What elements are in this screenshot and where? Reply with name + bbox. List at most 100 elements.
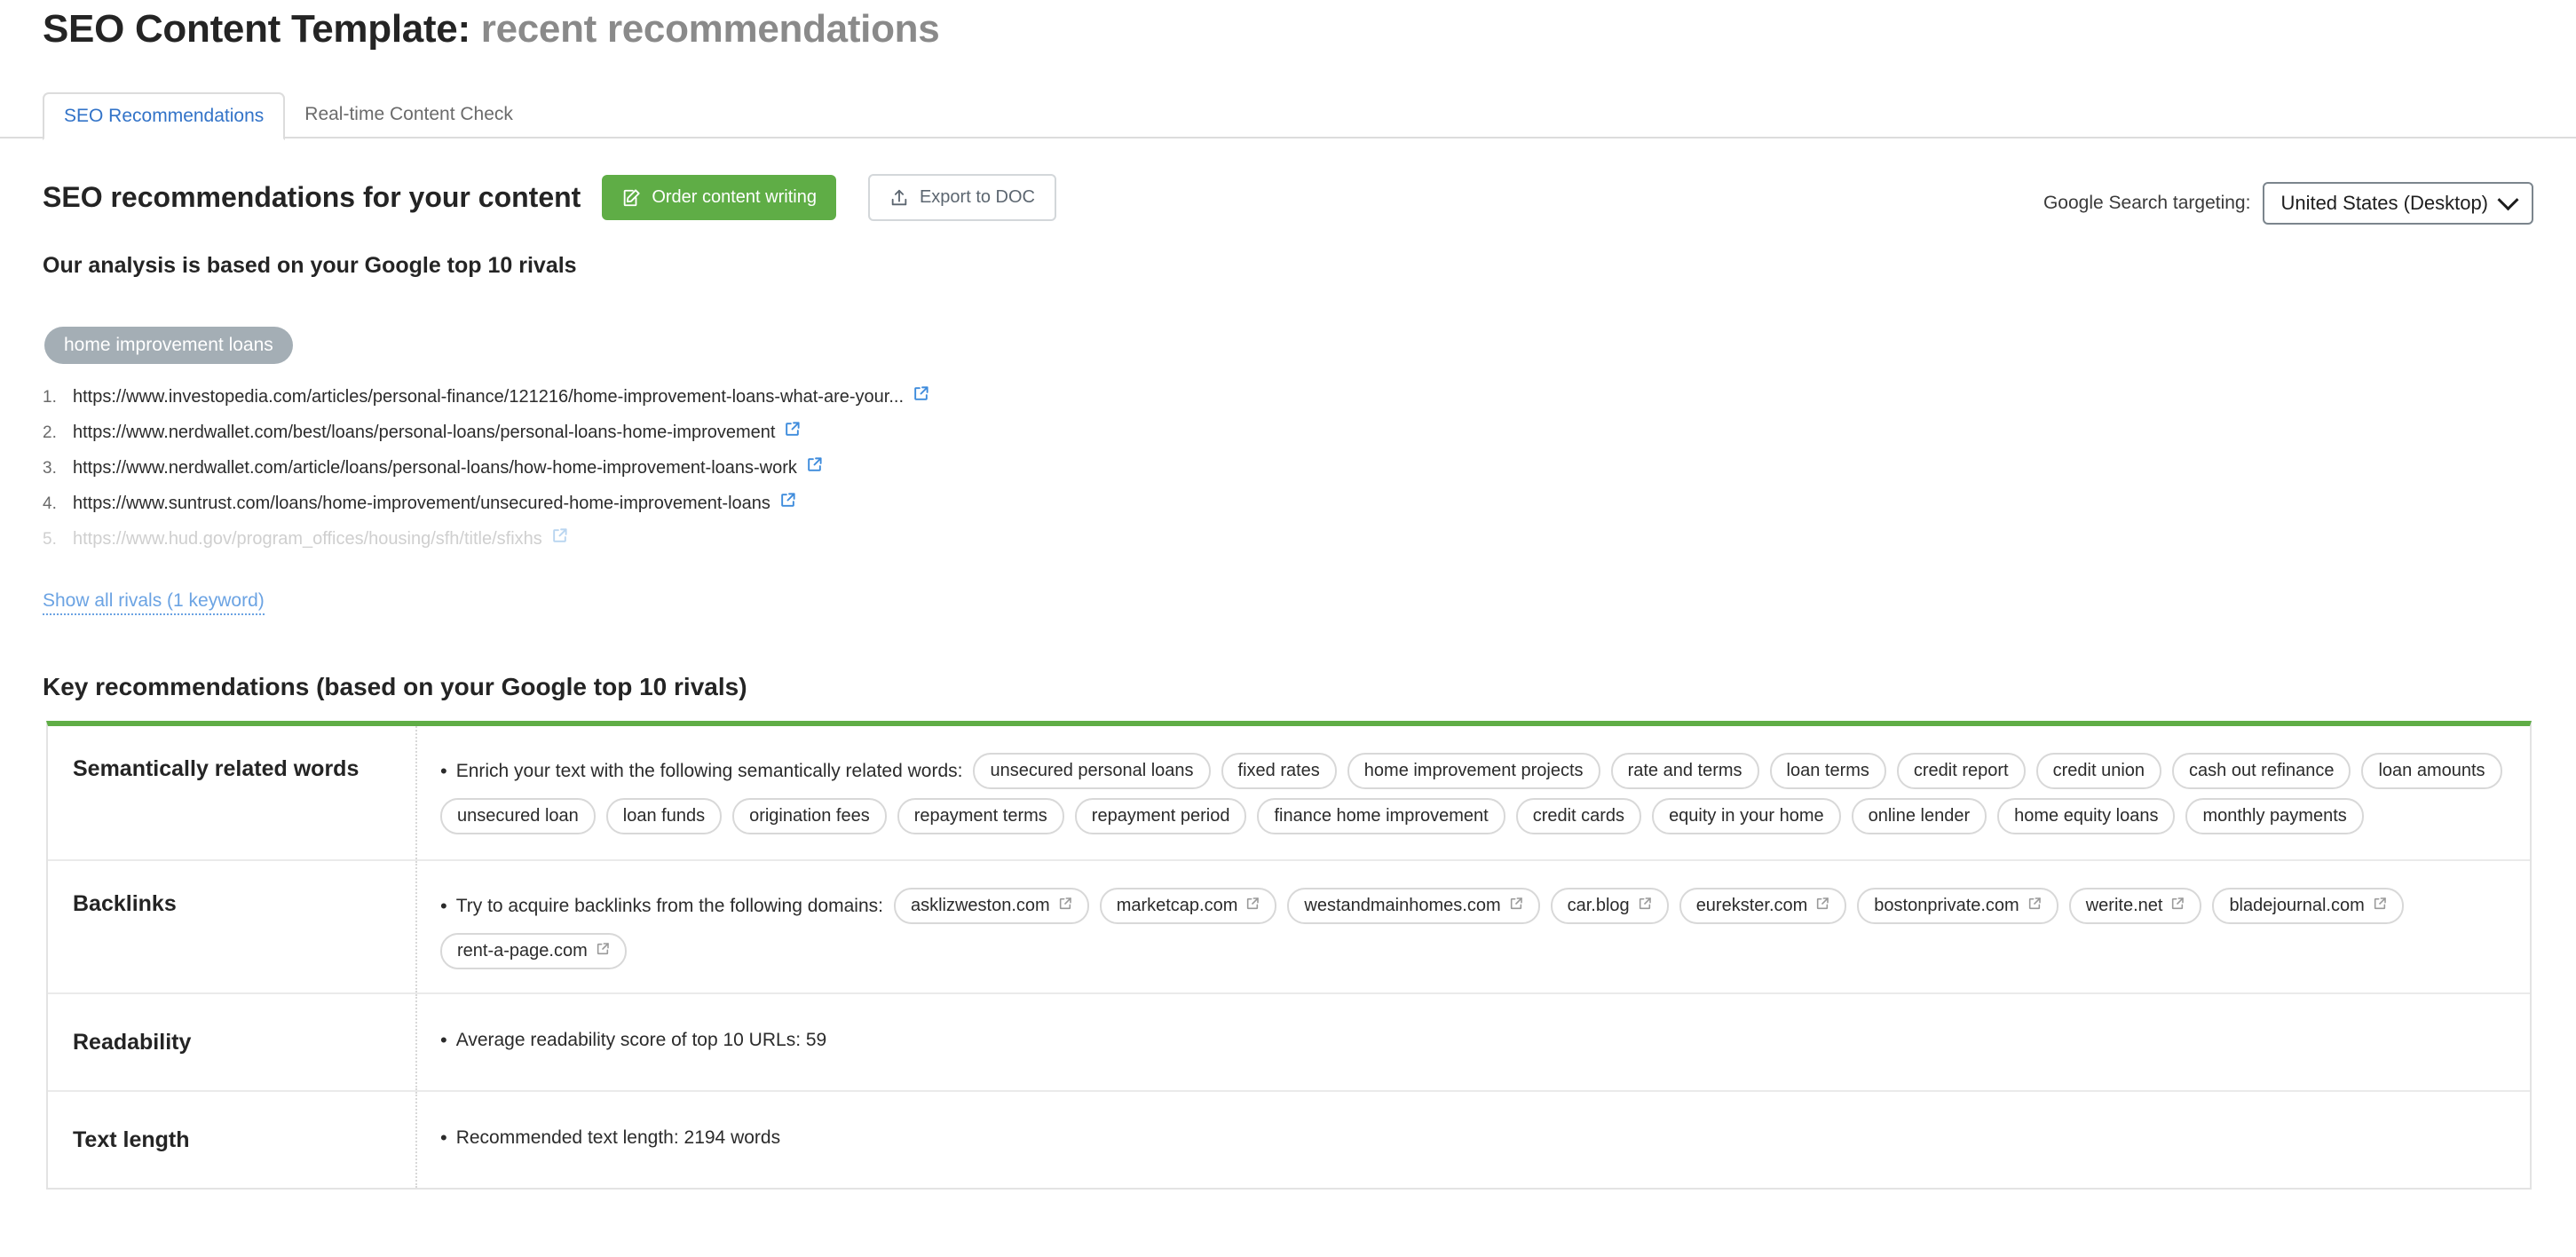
row-label: Text length — [48, 1092, 417, 1188]
google-search-targeting: Google Search targeting: United States (… — [2043, 182, 2533, 225]
semantic-word-pill[interactable]: loan funds — [605, 798, 723, 834]
backlink-domain-pill[interactable]: werite.net — [2068, 888, 2202, 924]
row-lead-text: Average readability score of top 10 URLs… — [440, 1030, 827, 1051]
semantic-word-pill[interactable]: fixed rates — [1221, 753, 1337, 789]
external-link-icon[interactable] — [913, 385, 929, 407]
rival-item[interactable]: 2. https://www.nerdwallet.com/best/loans… — [43, 421, 1285, 456]
row-lead-text: Try to acquire backlinks from the follow… — [440, 896, 883, 917]
backlink-domain-label: westandmainhomes.com — [1304, 896, 1501, 915]
rival-item[interactable]: 4. https://www.suntrust.com/loans/home-i… — [43, 492, 1285, 527]
external-link-icon — [1058, 896, 1072, 916]
keyword-chip[interactable]: home improvement loans — [44, 327, 293, 364]
tab-list: SEO Recommendations Real-time Content Ch… — [43, 91, 533, 140]
key-recommendations-title: Key recommendations (based on your Googl… — [43, 673, 747, 700]
backlink-domain-label: rent-a-page.com — [457, 941, 588, 961]
semantic-word-pill[interactable]: home equity loans — [1997, 798, 2176, 834]
rival-item[interactable]: 3. https://www.nerdwallet.com/article/lo… — [43, 456, 1285, 492]
upload-icon — [889, 188, 909, 208]
rivals-list: 1. https://www.investopedia.com/articles… — [43, 385, 1285, 563]
row-label: Readability — [48, 994, 417, 1090]
external-link-icon — [1638, 896, 1652, 916]
tab-bar: SEO Recommendations Real-time Content Ch… — [0, 91, 2576, 140]
rival-url[interactable]: https://www.hud.gov/program_offices/hous… — [73, 529, 542, 549]
row-lead-text: Recommended text length: 2194 words — [440, 1127, 780, 1149]
backlink-domain-pill[interactable]: eurekster.com — [1679, 888, 1847, 924]
section-header: SEO recommendations for your content Ord… — [43, 174, 1056, 221]
order-content-writing-button[interactable]: Order content writing — [602, 175, 836, 220]
order-content-writing-label: Order content writing — [652, 187, 817, 207]
external-link-icon — [2027, 896, 2042, 916]
semantic-word-pill[interactable]: repayment period — [1074, 798, 1247, 834]
semantic-word-pill[interactable]: origination fees — [732, 798, 887, 834]
backlink-domain-pill[interactable]: bladejournal.com — [2212, 888, 2404, 924]
semantic-word-pill[interactable]: loan amounts — [2361, 753, 2502, 789]
backlink-domain-label: bladejournal.com — [2229, 896, 2365, 915]
tab-real-time-content-check[interactable]: Real-time Content Check — [285, 91, 533, 138]
rival-url[interactable]: https://www.nerdwallet.com/best/loans/pe… — [73, 423, 775, 443]
backlink-domain-pill[interactable]: rent-a-page.com — [440, 933, 627, 969]
rival-item[interactable]: 5. https://www.hud.gov/program_offices/h… — [43, 527, 1285, 563]
semantic-word-pill[interactable]: online lender — [1851, 798, 1987, 834]
backlink-domain-pill[interactable]: bostonprivate.com — [1857, 888, 2058, 924]
semantic-word-pill[interactable]: unsecured personal loans — [973, 753, 1211, 789]
external-link-icon — [596, 941, 610, 961]
external-link-icon[interactable] — [551, 527, 568, 549]
rival-url[interactable]: https://www.suntrust.com/loans/home-impr… — [73, 494, 770, 514]
row-lead-text: Enrich your text with the following sema… — [440, 761, 963, 782]
semantic-word-pill[interactable]: cash out refinance — [2172, 753, 2351, 789]
row-body: Try to acquire backlinks from the follow… — [417, 861, 2530, 992]
targeting-select[interactable]: United States (Desktop) — [2263, 182, 2533, 225]
tab-seo-recommendations[interactable]: SEO Recommendations — [43, 92, 286, 140]
backlink-domain-label: asklizweston.com — [910, 896, 1050, 915]
semantic-word-pill[interactable]: home improvement projects — [1347, 753, 1600, 789]
semantic-word-pill[interactable]: equity in your home — [1652, 798, 1841, 834]
readability-line: Average readability score of top 10 URLs… — [440, 1030, 2507, 1051]
rival-url[interactable]: https://www.nerdwallet.com/article/loans… — [73, 458, 797, 478]
external-link-icon — [2170, 896, 2185, 916]
semantic-word-pill[interactable]: unsecured loan — [440, 798, 596, 834]
backlink-domain-pill[interactable]: marketcap.com — [1099, 888, 1277, 924]
row-body: Average readability score of top 10 URLs… — [417, 994, 2530, 1090]
external-link-icon — [1509, 896, 1523, 916]
row-label: Semantically related words — [48, 726, 417, 859]
page-title-secondary: recent recommendations — [480, 7, 940, 51]
rival-item[interactable]: 1. https://www.investopedia.com/articles… — [43, 385, 1285, 421]
backlink-domain-label: car.blog — [1567, 896, 1630, 915]
table-row: Readability Average readability score of… — [48, 994, 2530, 1092]
semantic-word-pill[interactable]: finance home improvement — [1257, 798, 1505, 834]
semantic-words-line: Enrich your text with the following sema… — [440, 753, 2507, 834]
external-link-icon — [1815, 896, 1829, 916]
row-body: Recommended text length: 2194 words — [417, 1092, 2530, 1188]
external-link-icon[interactable] — [806, 456, 823, 478]
backlink-domain-label: werite.net — [2085, 896, 2163, 915]
show-all-rivals-link[interactable]: Show all rivals (1 keyword) — [43, 590, 265, 615]
external-link-icon[interactable] — [784, 421, 801, 443]
rival-index: 4. — [43, 494, 57, 513]
page-title-primary: SEO Content Template: — [43, 7, 470, 51]
rival-url[interactable]: https://www.investopedia.com/articles/pe… — [73, 387, 904, 407]
pencil-document-icon — [621, 188, 641, 208]
backlink-domain-label: eurekster.com — [1695, 896, 1808, 915]
export-to-doc-label: Export to DOC — [919, 187, 1035, 207]
semantic-word-pill[interactable]: monthly payments — [2185, 798, 2364, 834]
backlink-domain-pill[interactable]: asklizweston.com — [893, 888, 1089, 924]
semantic-word-pill[interactable]: repayment terms — [897, 798, 1064, 834]
backlink-domain-label: bostonprivate.com — [1874, 896, 2019, 915]
tab-seo-recommendations-label: SEO Recommendations — [64, 106, 265, 126]
external-link-icon — [1245, 896, 1260, 916]
rival-index: 1. — [43, 388, 57, 407]
backlink-domain-pill[interactable]: car.blog — [1550, 888, 1669, 924]
external-link-icon[interactable] — [779, 492, 796, 514]
semantic-word-pill[interactable]: credit union — [2035, 753, 2162, 789]
semantic-word-pill[interactable]: credit report — [1896, 753, 2026, 789]
rival-index: 2. — [43, 423, 57, 442]
text-length-line: Recommended text length: 2194 words — [440, 1127, 2507, 1149]
semantic-word-pill[interactable]: loan terms — [1769, 753, 1886, 789]
semantic-word-pill[interactable]: rate and terms — [1610, 753, 1759, 789]
rival-index: 3. — [43, 459, 57, 478]
page-title: SEO Content Template: recent recommendat… — [43, 7, 940, 51]
backlink-domain-pill[interactable]: westandmainhomes.com — [1287, 888, 1540, 924]
table-row: Semantically related words Enrich your t… — [48, 726, 2530, 861]
semantic-word-pill[interactable]: credit cards — [1515, 798, 1642, 834]
export-to-doc-button[interactable]: Export to DOC — [867, 174, 1056, 221]
